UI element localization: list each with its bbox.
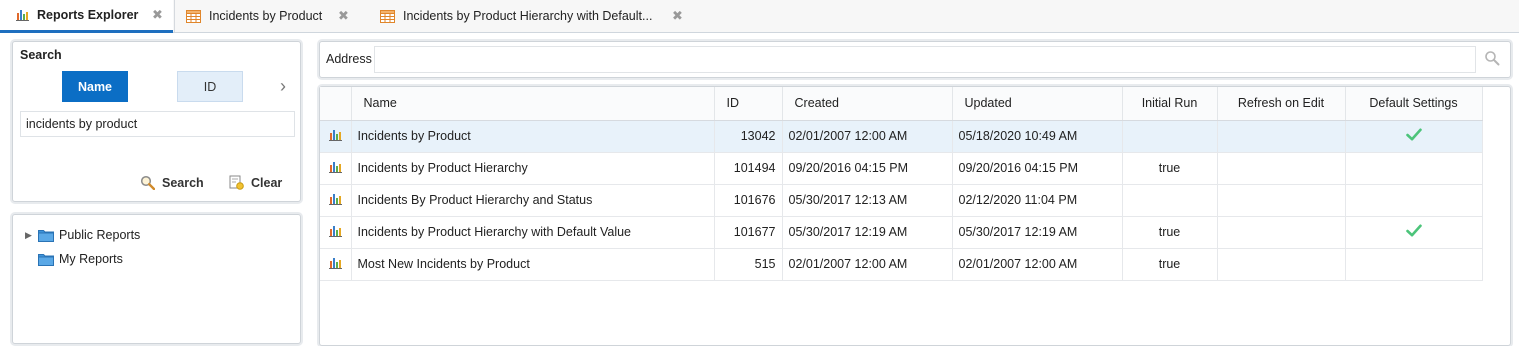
cell-initial-run: true — [1122, 248, 1218, 281]
reports-table: Name ID Created Updated Initial Run Refr… — [320, 87, 1483, 281]
report-chart-icon — [16, 9, 29, 21]
column-header-name[interactable]: Name — [351, 87, 715, 121]
column-header-id[interactable]: ID — [714, 87, 783, 121]
cell-name: Most New Incidents by Product — [351, 248, 715, 281]
cell-created: 05/30/2017 12:13 AM — [782, 184, 953, 217]
grid-table-icon — [380, 9, 395, 23]
chevron-right-icon[interactable]: › — [280, 77, 286, 95]
cell-default-settings — [1345, 152, 1483, 185]
cell-name: Incidents by Product Hierarchy — [351, 152, 715, 185]
search-button[interactable]: Search — [140, 175, 204, 190]
close-tab-icon[interactable]: ✖ — [152, 7, 163, 23]
report-chart-icon — [320, 216, 352, 249]
cell-initial-run — [1122, 120, 1218, 153]
table-row[interactable]: Most New Incidents by Product 515 02/01/20… — [320, 248, 1483, 281]
tab-label: Incidents by Product Hierarchy with Defa… — [403, 9, 653, 23]
column-header-updated[interactable]: Updated — [952, 87, 1123, 121]
cell-default-settings — [1345, 120, 1483, 153]
column-header-initial-run[interactable]: Initial Run — [1122, 87, 1218, 121]
search-by-name-toggle[interactable]: Name — [62, 71, 128, 102]
tab-label: Incidents by Product — [209, 9, 323, 23]
cell-name: Incidents by Product — [351, 120, 715, 153]
tree-node-my-reports[interactable]: My Reports — [25, 252, 123, 266]
column-header-refresh-on-edit[interactable]: Refresh on Edit — [1217, 87, 1346, 121]
search-input[interactable] — [20, 111, 295, 137]
cell-updated: 09/20/2016 04:15 PM — [952, 152, 1123, 185]
tree-node-label: Public Reports — [59, 228, 141, 242]
table-row[interactable]: Incidents by Product Hierarchy 101494 09/2… — [320, 152, 1483, 185]
cell-updated: 02/01/2007 12:00 AM — [952, 248, 1123, 281]
search-title: Search — [20, 48, 62, 62]
tab-reports-explorer[interactable]: Reports Explorer ✖ — [0, 0, 173, 33]
close-tab-icon[interactable]: ✖ — [672, 8, 683, 24]
tab-incidents-by-product-hierarchy[interactable]: Incidents by Product Hierarchy with Defa… — [364, 0, 694, 32]
folder-icon — [38, 253, 54, 266]
cell-initial-run — [1122, 184, 1218, 217]
cell-refresh-on-edit — [1217, 184, 1346, 217]
cell-created: 02/01/2007 12:00 AM — [782, 248, 953, 281]
search-button-label: Search — [162, 175, 204, 190]
report-chart-icon — [320, 152, 352, 185]
cell-updated: 02/12/2020 11:04 PM — [952, 184, 1123, 217]
expand-arrow-icon[interactable]: ▶ — [25, 230, 35, 241]
report-chart-icon — [320, 120, 352, 153]
close-tab-icon[interactable]: ✖ — [338, 8, 349, 24]
table-row[interactable]: Incidents by Product Hierarchy with Defa… — [320, 216, 1483, 249]
checkmark-icon — [1405, 224, 1422, 240]
cell-id: 101494 — [714, 152, 783, 185]
cell-created: 02/01/2007 12:00 AM — [782, 120, 953, 153]
column-header-created[interactable]: Created — [782, 87, 953, 121]
cell-id: 515 — [714, 248, 783, 281]
report-tree-panel: ▶ Public Reports My Reports — [12, 214, 301, 344]
report-chart-icon — [320, 184, 352, 217]
cell-default-settings — [1345, 184, 1483, 217]
clear-eraser-icon — [229, 175, 244, 190]
cell-id: 101676 — [714, 184, 783, 217]
cell-refresh-on-edit — [1217, 152, 1346, 185]
cell-name: Incidents By Product Hierarchy and Statu… — [351, 184, 715, 217]
table-header-row: Name ID Created Updated Initial Run Refr… — [320, 87, 1483, 121]
cell-initial-run: true — [1122, 216, 1218, 249]
tree-node-label: My Reports — [59, 252, 123, 266]
tab-incidents-by-product[interactable]: Incidents by Product ✖ — [170, 0, 362, 32]
search-by-id-toggle[interactable]: ID — [177, 71, 243, 102]
cell-id: 101677 — [714, 216, 783, 249]
checkmark-icon — [1405, 128, 1422, 144]
cell-default-settings — [1345, 216, 1483, 249]
cell-created: 05/30/2017 12:19 AM — [782, 216, 953, 249]
cell-name: Incidents by Product Hierarchy with Defa… — [351, 216, 715, 249]
cell-initial-run: true — [1122, 152, 1218, 185]
tree-node-public-reports[interactable]: ▶ Public Reports — [25, 228, 140, 242]
cell-refresh-on-edit — [1217, 216, 1346, 249]
table-row[interactable]: Incidents by Product 13042 02/01/2007 12:0… — [320, 120, 1483, 153]
report-chart-icon — [320, 248, 352, 281]
column-header-icon — [320, 87, 352, 121]
cell-id: 13042 — [714, 120, 783, 153]
address-bar: Address — [319, 41, 1511, 78]
address-label: Address — [326, 52, 372, 66]
cell-updated: 05/30/2017 12:19 AM — [952, 216, 1123, 249]
address-input[interactable] — [374, 46, 1476, 73]
tab-bar: Reports Explorer ✖ Incidents by Product … — [0, 0, 1519, 33]
search-panel: Search Name ID › Search Clear — [12, 41, 301, 202]
cell-refresh-on-edit — [1217, 120, 1346, 153]
tab-label: Reports Explorer — [37, 8, 139, 22]
search-icon[interactable] — [1484, 50, 1500, 66]
folder-icon — [38, 229, 54, 242]
grid-table-icon — [186, 9, 201, 23]
cell-created: 09/20/2016 04:15 PM — [782, 152, 953, 185]
cell-updated: 05/18/2020 10:49 AM — [952, 120, 1123, 153]
cell-refresh-on-edit — [1217, 248, 1346, 281]
clear-button[interactable]: Clear — [229, 175, 282, 190]
clear-button-label: Clear — [251, 175, 283, 190]
cell-default-settings — [1345, 248, 1483, 281]
column-header-default-settings[interactable]: Default Settings — [1345, 87, 1483, 121]
magnifier-icon — [140, 175, 155, 190]
table-row[interactable]: Incidents By Product Hierarchy and Statu… — [320, 184, 1483, 217]
reports-grid-panel: Name ID Created Updated Initial Run Refr… — [319, 86, 1511, 346]
